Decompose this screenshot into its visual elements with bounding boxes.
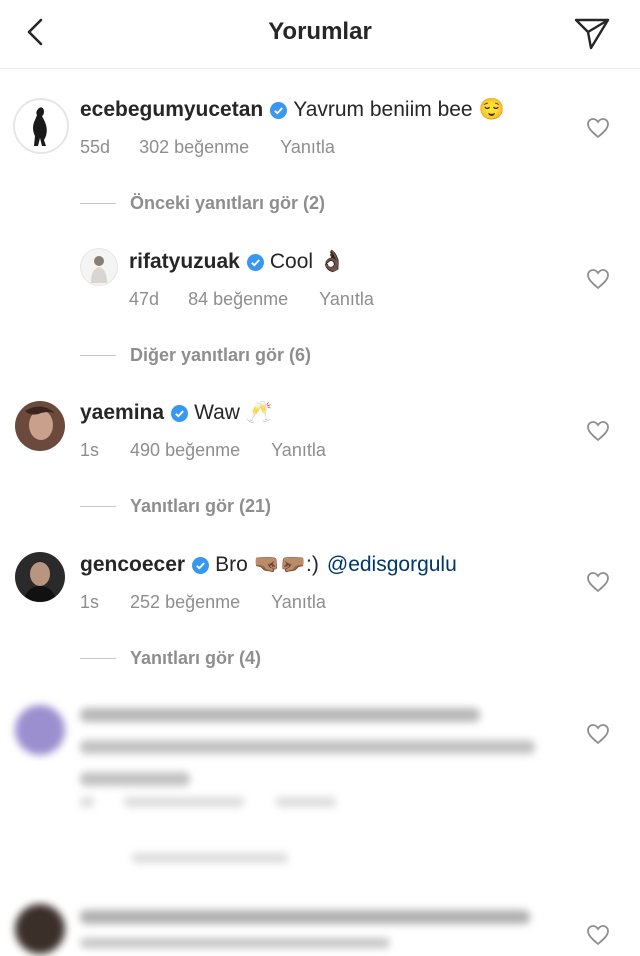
header-bar: Yorumlar	[0, 0, 640, 69]
send-button[interactable]	[570, 14, 614, 54]
comment-likes[interactable]: 252 beğenme	[130, 592, 240, 613]
blurred-view-replies[interactable]	[132, 853, 288, 863]
verified-badge-icon	[270, 101, 288, 119]
divider	[80, 355, 116, 356]
heart-icon[interactable]	[586, 571, 610, 593]
reply-button[interactable]: Yanıtla	[271, 440, 326, 461]
divider	[80, 203, 116, 204]
view-replies-link[interactable]: Yanıtları gör (21)	[80, 496, 271, 517]
view-replies-link[interactable]: Yanıtları gör (4)	[80, 648, 261, 669]
view-replies-label: Yanıtları gör (21)	[130, 496, 272, 516]
heart-icon[interactable]	[586, 420, 610, 442]
comment-time: 1s	[80, 592, 100, 612]
blurred-comment-text	[80, 708, 540, 786]
comment-username[interactable]: rifatyuzuak	[129, 250, 240, 274]
verified-badge-icon	[171, 404, 189, 422]
reply-button[interactable]: Yanıtla	[271, 592, 326, 613]
blurred-comment-text	[80, 910, 540, 948]
comment-username[interactable]: gencoecer	[80, 553, 185, 577]
avatar[interactable]	[15, 904, 65, 954]
comment-likes[interactable]: 84 beğenme	[188, 289, 288, 310]
blurred-comment-meta	[80, 797, 340, 807]
comment-time: 55d	[80, 137, 111, 157]
avatar[interactable]	[13, 98, 69, 154]
verified-badge-icon	[246, 253, 264, 271]
view-more-replies-link[interactable]: Diğer yanıtları gör (6)	[80, 345, 311, 366]
comment-time: 47d	[129, 289, 160, 309]
ok-hand-icon: 👌🏿	[319, 250, 346, 273]
comment-username[interactable]: ecebegumyucetan	[80, 98, 263, 122]
avatar[interactable]	[15, 401, 65, 451]
page-title: Yorumlar	[268, 18, 372, 45]
comment-time: 1s	[80, 440, 100, 460]
view-replies-label: Yanıtları gör (4)	[130, 648, 262, 668]
comment-likes[interactable]: 302 beğenme	[139, 137, 249, 158]
comment-text: Bro	[215, 553, 248, 576]
fist-bump-icon: 🤜🏽🤛🏽	[253, 553, 307, 576]
avatar[interactable]	[80, 248, 118, 286]
comment-username[interactable]: yaemina	[80, 401, 164, 425]
comment-text: Yavrum beniim bee	[293, 98, 473, 121]
reply-button[interactable]: Yanıtla	[319, 289, 374, 310]
heart-icon[interactable]	[586, 268, 610, 290]
avatar[interactable]	[15, 705, 65, 755]
verified-badge-icon	[192, 556, 210, 574]
comment-text: Waw	[194, 401, 240, 424]
view-previous-replies-link[interactable]: Önceki yanıtları gör (2)	[80, 193, 325, 214]
view-replies-label: Önceki yanıtları gör (2)	[130, 193, 326, 213]
comment-text-smiley: :)	[306, 553, 319, 576]
divider	[80, 658, 116, 659]
reply-button[interactable]: Yanıtla	[280, 137, 335, 158]
heart-icon[interactable]	[586, 924, 610, 946]
comment-text: Cool	[269, 250, 314, 273]
avatar[interactable]	[15, 552, 65, 602]
view-replies-label: Diğer yanıtları gör (6)	[130, 345, 312, 365]
mention-link[interactable]: @edisgorgulu	[327, 553, 457, 577]
clinking-glasses-icon: 🥂	[245, 401, 273, 424]
paper-plane-icon	[574, 18, 610, 50]
heart-icon[interactable]	[586, 723, 610, 745]
heart-icon[interactable]	[586, 117, 610, 139]
comment-likes[interactable]: 490 beğenme	[130, 440, 240, 461]
relieved-face-icon: 😌	[478, 98, 505, 121]
divider	[80, 506, 116, 507]
